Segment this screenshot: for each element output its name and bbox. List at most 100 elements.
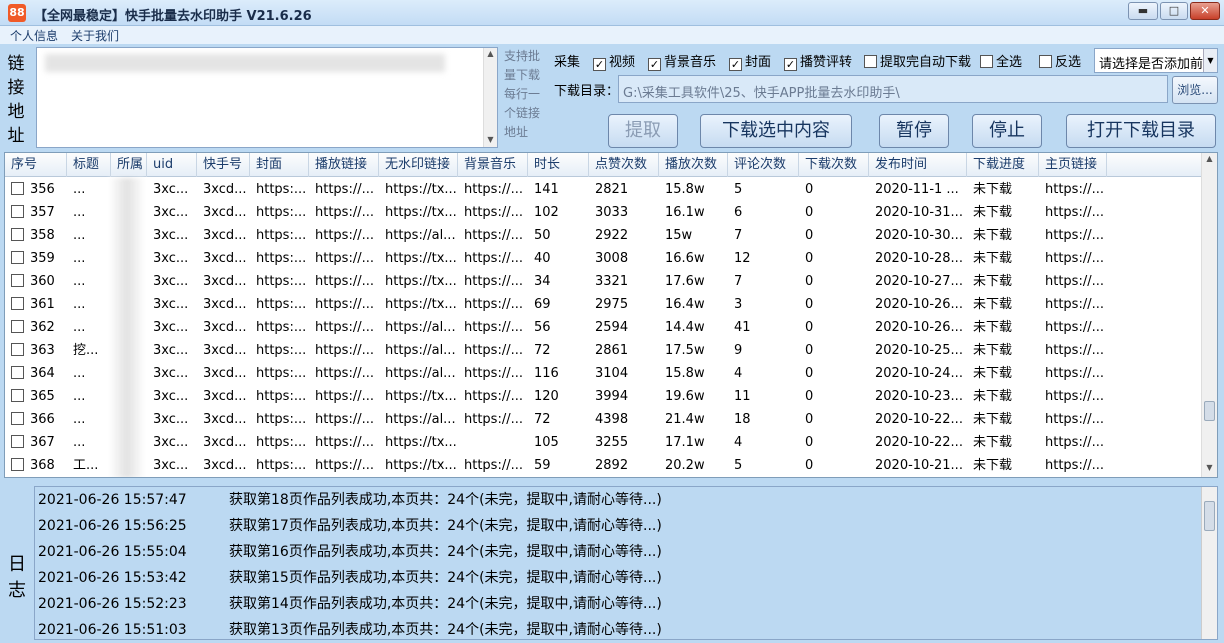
table-cell: 2821 — [595, 182, 629, 197]
row-checkbox-icon[interactable] — [11, 435, 24, 448]
table-cell: 362 — [5, 316, 67, 339]
row-checkbox-icon[interactable] — [11, 458, 24, 471]
checkbox-cover[interactable]: ✓ 封面 — [729, 51, 771, 71]
log-label: 日 志 — [8, 554, 26, 601]
row-checkbox-icon[interactable] — [11, 228, 24, 241]
download-selected-button[interactable]: 下载选中内容 — [700, 114, 852, 148]
table-cell: 未下载 — [973, 228, 1013, 243]
table-row[interactable]: 359... 3xc... 3xcd... https:... https://... h… — [5, 247, 1205, 270]
column-header[interactable]: 时长 — [528, 153, 589, 177]
row-checkbox-icon[interactable] — [11, 297, 24, 310]
column-header[interactable]: 标题 — [67, 153, 111, 177]
open-download-dir-button[interactable]: 打开下载目录 — [1066, 114, 1216, 148]
checkbox-bgm[interactable]: ✓ 背景音乐 — [648, 51, 716, 71]
scroll-down-icon[interactable]: ▼ — [1204, 463, 1215, 472]
table-row[interactable]: 368 工... 3xc... 3xcd... https:... https://...… — [5, 454, 1205, 477]
scroll-down-icon[interactable]: ▼ — [485, 134, 496, 146]
row-checkbox-icon[interactable] — [11, 274, 24, 287]
table-row[interactable]: 357... 3xc... 3xcd... https:... https://... h… — [5, 201, 1205, 224]
table-cell: 141 — [534, 182, 559, 197]
menu-item-about[interactable]: 关于我们 — [71, 27, 119, 44]
table-cell: ... — [73, 435, 86, 450]
scroll-up-icon[interactable]: ▲ — [1204, 154, 1215, 163]
column-header[interactable]: uid — [147, 153, 197, 177]
log-scrollbar[interactable] — [1201, 487, 1217, 639]
close-button[interactable]: ✕ — [1190, 2, 1220, 20]
table-cell: 0 — [805, 389, 814, 404]
minimize-button[interactable]: ▬ — [1128, 2, 1158, 20]
column-header[interactable]: 播放次数 — [659, 153, 728, 177]
pause-button[interactable]: 暂停 — [879, 114, 949, 148]
checkbox-video[interactable]: ✓ 视频 — [593, 51, 635, 71]
table-cell: https://... — [1045, 389, 1104, 404]
table-row[interactable]: 367... 3xc... 3xcd... https:... https://... h… — [5, 431, 1205, 454]
table-cell: 0 — [805, 343, 814, 358]
checkbox-auto-download[interactable]: 提取完自动下载 — [864, 51, 971, 70]
scroll-thumb[interactable] — [1204, 401, 1215, 421]
table-row[interactable]: 366... 3xc... 3xcd... https:... https://... h… — [5, 408, 1205, 431]
table-row[interactable]: 361... 3xc... 3xcd... https:... https://... h… — [5, 293, 1205, 316]
checkbox-select-all[interactable]: 全选 — [980, 51, 1022, 70]
checkbox-invert[interactable]: 反选 — [1039, 51, 1081, 70]
row-checkbox-icon[interactable] — [11, 182, 24, 195]
table-row[interactable]: 360... 3xc... 3xcd... https:... https://... h… — [5, 270, 1205, 293]
column-header[interactable]: 发布时间 — [869, 153, 967, 177]
column-header[interactable]: 主页链接 — [1039, 153, 1107, 177]
table-row[interactable]: 364... 3xc... 3xcd... https:... https://... h… — [5, 362, 1205, 385]
table-cell: 未下载 — [973, 435, 1013, 450]
log-time: 2021-06-26 15:55:04 — [38, 544, 187, 560]
prefix-select[interactable]: 请选择是否添加前 ▼ — [1094, 48, 1218, 73]
table-cell: https://... — [315, 389, 374, 404]
column-header[interactable]: 无水印链接 — [379, 153, 458, 177]
table-row[interactable]: 358... 3xc... 3xcd... https:... https://... h… — [5, 224, 1205, 247]
table-cell: 69 — [534, 297, 551, 312]
stop-button[interactable]: 停止 — [972, 114, 1042, 148]
table-row[interactable]: 363 挖... 3xc... 3xcd... https:... https://...… — [5, 339, 1205, 362]
column-header[interactable]: 封面 — [250, 153, 309, 177]
download-dir-input[interactable]: G:\采集工具软件\25、快手APP批量去水印助手\ — [618, 75, 1168, 103]
log-entry: 2021-06-26 15:53:42 获取第15页作品列表成功,本页共：24个(… — [35, 565, 1203, 591]
table-cell: https://... — [1045, 251, 1104, 266]
column-header[interactable]: 快手号 — [197, 153, 250, 177]
row-checkbox-icon[interactable] — [11, 343, 24, 356]
link-input-scrollbar[interactable]: ▲ ▼ — [483, 48, 497, 147]
column-header[interactable]: 下载次数 — [799, 153, 869, 177]
table-cell: 2020-10-25... — [875, 343, 963, 358]
menu-item-profile[interactable]: 个人信息 — [10, 27, 58, 44]
table-cell: 17.6w — [665, 274, 705, 289]
browse-button[interactable]: 浏览... — [1172, 76, 1218, 104]
chevron-down-icon[interactable]: ▼ — [1203, 49, 1217, 72]
column-header[interactable]: 点赞次数 — [589, 153, 659, 177]
column-header[interactable]: 下载进度 — [967, 153, 1039, 177]
column-header[interactable]: 序号 — [5, 153, 67, 177]
column-header[interactable]: 背景音乐 — [458, 153, 528, 177]
column-header[interactable]: 评论次数 — [728, 153, 799, 177]
row-checkbox-icon[interactable] — [11, 205, 24, 218]
row-checkbox-icon[interactable] — [11, 251, 24, 264]
row-checkbox-icon[interactable] — [11, 366, 24, 379]
column-header[interactable]: 所属 — [111, 153, 147, 177]
table-cell: 17.5w — [665, 343, 705, 358]
scroll-thumb[interactable] — [1204, 501, 1215, 531]
extract-button[interactable]: 提取 — [608, 114, 678, 148]
table-cell: 6 — [734, 205, 743, 220]
row-checkbox-icon[interactable] — [11, 320, 24, 333]
scroll-up-icon[interactable]: ▲ — [485, 48, 496, 60]
maximize-button[interactable]: □ — [1160, 2, 1188, 20]
table-cell: 3xcd... — [203, 251, 247, 266]
table-cell: https:... — [256, 343, 307, 358]
column-header[interactable]: 播放链接 — [309, 153, 379, 177]
table-row[interactable]: 362... 3xc... 3xcd... https:... https://... h… — [5, 316, 1205, 339]
row-checkbox-icon[interactable] — [11, 389, 24, 402]
link-input-textarea[interactable]: ▲ ▼ — [36, 47, 498, 148]
table-cell: 5 — [734, 182, 743, 197]
table-row[interactable]: 356... 3xc... 3xcd... https:... https://... h… — [5, 178, 1205, 201]
table-row[interactable]: 365... 3xc... 3xcd... https:... https://... h… — [5, 385, 1205, 408]
table-cell: 16.1w — [665, 205, 705, 220]
row-checkbox-icon[interactable] — [11, 412, 24, 425]
table-cell: https://... — [464, 412, 523, 427]
table-cell: 4398 — [595, 412, 629, 427]
checkbox-stats[interactable]: ✓ 播赞评转 — [784, 51, 852, 71]
table-scrollbar[interactable]: ▲ ▼ — [1201, 153, 1217, 477]
table-cell: 3xcd... — [203, 458, 247, 473]
